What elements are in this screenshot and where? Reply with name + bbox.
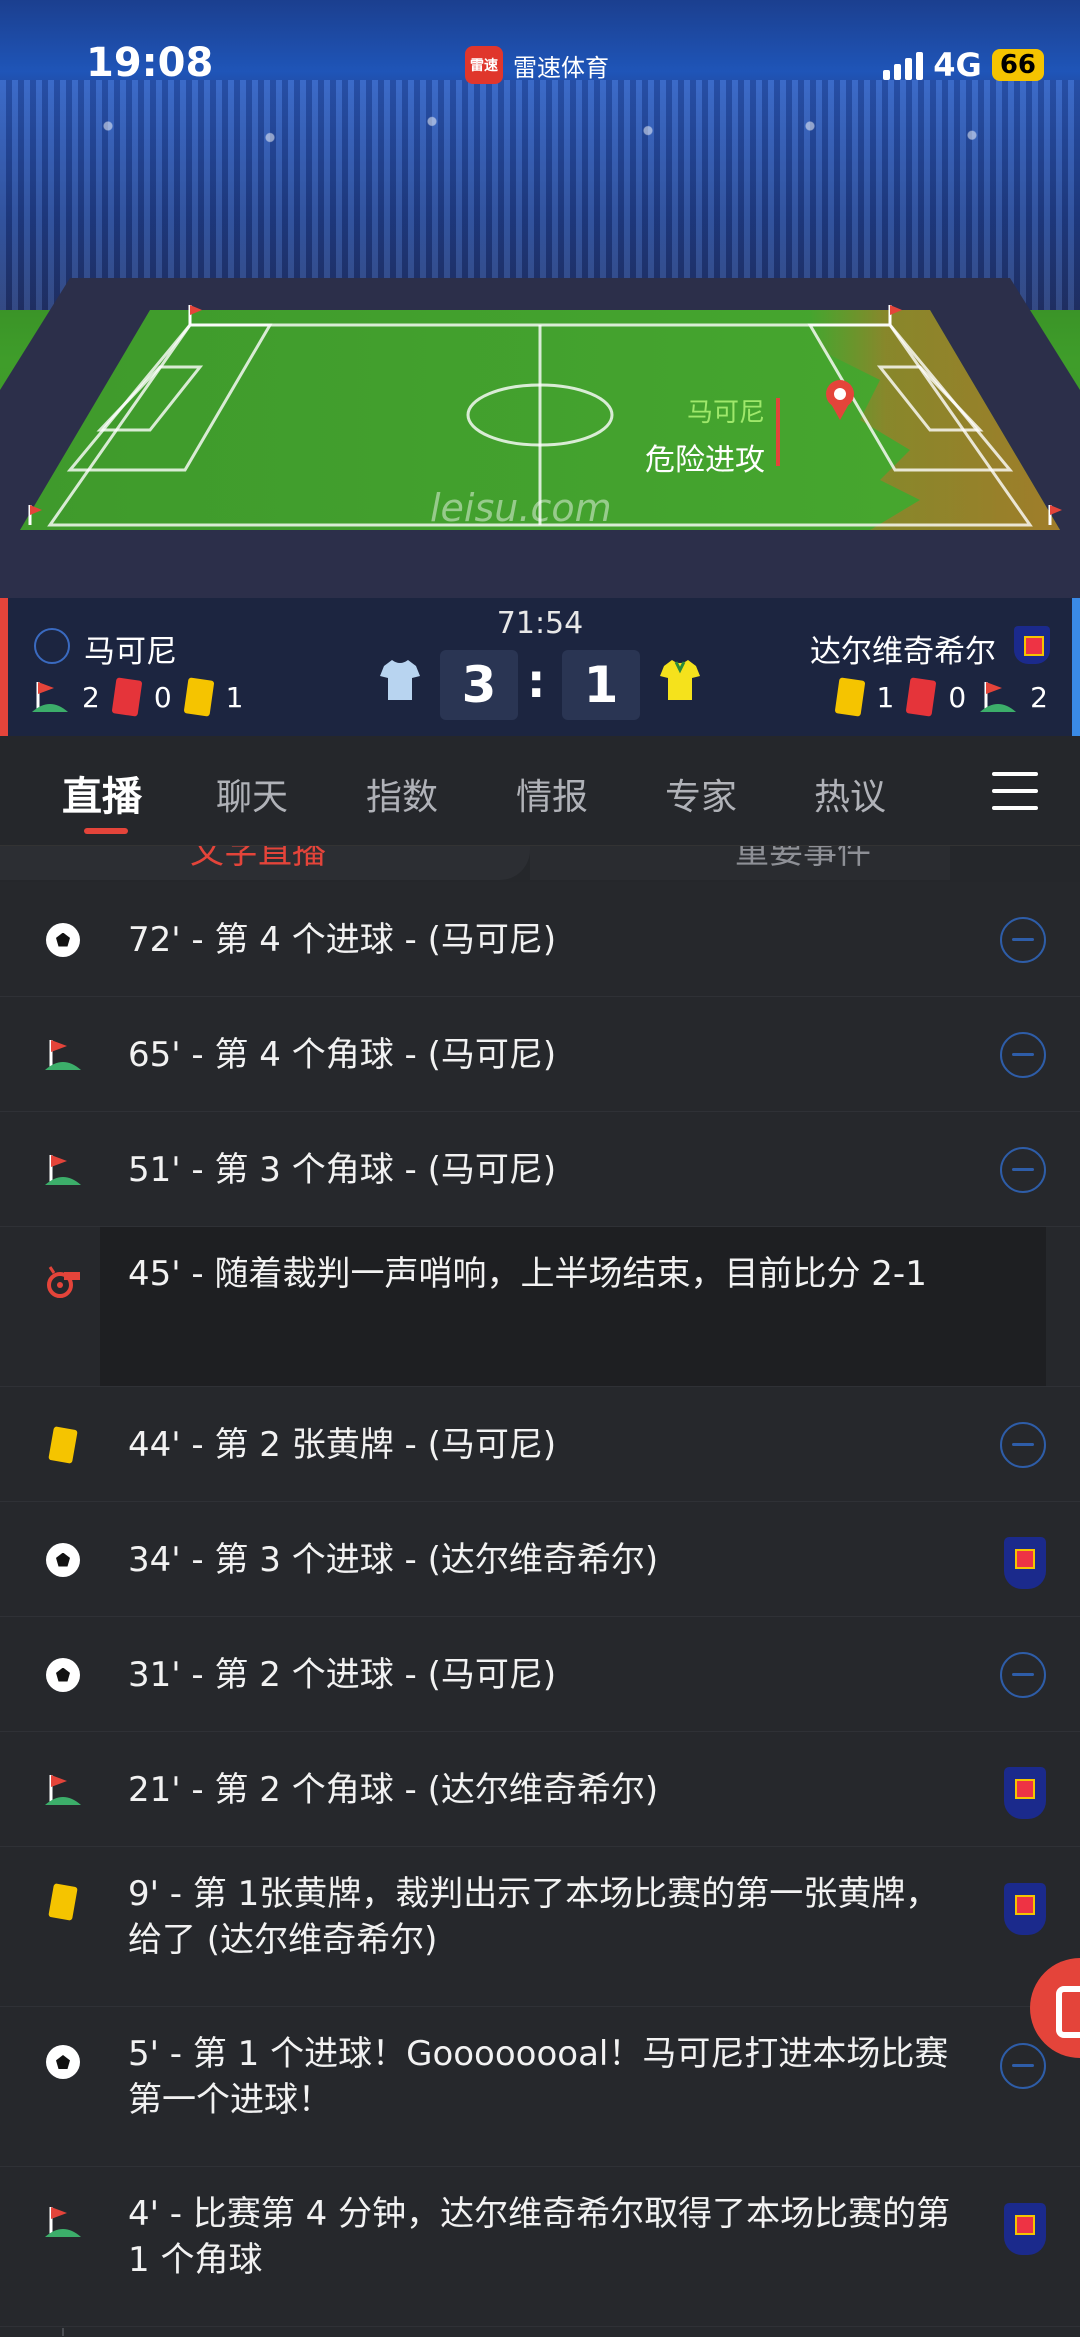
yellow-card-icon — [44, 1883, 82, 1921]
clock: 19:08 — [86, 40, 214, 86]
event-text: 45' - 随着裁判一声哨响，上半场结束，目前比分 2-1 — [128, 1254, 927, 1294]
corner-flag-icon — [44, 2203, 82, 2241]
event-row: 34' - 第 3 个进球 - (达尔维奇希尔) — [0, 1502, 1080, 1617]
home-corners: 2 — [82, 680, 100, 714]
attack-status: 危险进攻 — [645, 443, 765, 478]
home-crest-icon — [1000, 1421, 1046, 1468]
tab-chat[interactable]: 聊天 — [216, 768, 288, 820]
event-row: 44' - 第 2 张黄牌 - (马可尼) — [0, 1387, 1080, 1502]
tab-odds[interactable]: 指数 — [366, 768, 438, 820]
home-shirt-icon — [380, 660, 420, 700]
active-tab-indicator — [84, 828, 128, 834]
home-crest-icon — [1000, 1146, 1046, 1193]
soccer-ball-icon — [44, 1541, 82, 1579]
event-row: 9' - 第 1张黄牌，裁判出示了本场比赛的第一张黄牌，给了 (达尔维奇希尔) — [0, 1847, 1080, 2007]
home-stats: 2 0 1 — [32, 677, 244, 717]
away-red-cards: 0 — [948, 680, 967, 714]
soccer-ball-icon — [44, 2043, 82, 2081]
whistle-icon — [44, 1263, 82, 1301]
event-list: 72' - 第 4 个进球 - (马可尼) 65' - 第 4 个角球 - (马可… — [0, 882, 1080, 2337]
score-separator: : — [527, 654, 546, 708]
corner-flag-icon — [44, 1771, 82, 1809]
app-brand: 雷速 雷速体育 — [465, 46, 609, 84]
event-text: 51' - 第 3 个角球 - (马可尼) — [128, 1149, 557, 1190]
away-score: 1 — [562, 650, 640, 720]
event-text: 65' - 第 4 个角球 - (马可尼) — [128, 1034, 557, 1075]
away-crest-icon — [1004, 1536, 1046, 1589]
soccer-ball-icon — [44, 1656, 82, 1694]
red-card-icon — [905, 677, 937, 717]
tab-live[interactable]: 直播 — [62, 764, 142, 822]
tab-discussion[interactable]: 热议 — [814, 768, 886, 820]
event-text: 34' - 第 3 个进球 - (达尔维奇希尔) — [128, 1539, 659, 1580]
event-row: 65' - 第 4 个角球 - (马可尼) — [0, 997, 1080, 1112]
home-crest-icon — [1000, 1651, 1046, 1698]
away-yellow-cards: 1 — [876, 680, 895, 714]
event-text: 31' - 第 2 个进球 - (马可尼) — [128, 1654, 557, 1695]
yellow-card-icon — [183, 677, 215, 717]
event-text: 72' - 第 4 个进球 - (马可尼) — [128, 919, 557, 960]
event-text: 21' - 第 2 个角球 - (达尔维奇希尔) — [128, 1769, 659, 1810]
main-tabs: 直播 聊天 指数 情报 专家 热议 — [0, 736, 1080, 846]
live-field-panel: 19:08 雷速 雷速体育 4G 66 马可尼 危险进攻 leisu.com — [0, 0, 1080, 598]
tab-experts[interactable]: 专家 — [665, 768, 737, 820]
home-crest-icon — [1000, 1031, 1046, 1078]
event-text: 9' - 第 1张黄牌，裁判出示了本场比赛的第一张黄牌，给了 (达尔维奇希尔) — [128, 1874, 940, 1960]
away-stats: 1 0 2 — [834, 677, 1048, 717]
away-crest-icon — [1004, 1883, 1046, 1935]
app-logo-icon: 雷速 — [465, 46, 503, 84]
event-row: 72' - 第 4 个进球 - (马可尼) — [0, 882, 1080, 997]
soccer-ball-icon — [44, 921, 82, 959]
pitch-graphic — [0, 278, 1080, 598]
corner-flag-icon — [44, 1036, 82, 1074]
yellow-card-icon — [834, 677, 865, 717]
app-name: 雷速体育 — [513, 53, 609, 82]
home-crest-icon — [1000, 916, 1046, 963]
corner-flag-icon — [980, 682, 1017, 712]
home-red-cards: 0 — [153, 680, 172, 714]
away-crest-icon — [1004, 2203, 1046, 2255]
menu-icon[interactable] — [992, 772, 1038, 810]
signal-icon — [883, 50, 924, 80]
event-row: 51' - 第 3 个角球 - (马可尼) — [0, 1112, 1080, 1227]
tab-intel[interactable]: 情报 — [516, 768, 588, 820]
scoreboard: 马可尼 达尔维奇希尔 71:54 3 : 1 2 0 1 1 0 2 — [0, 598, 1080, 736]
home-crest-icon — [1000, 2043, 1046, 2089]
red-card-icon — [111, 677, 143, 717]
home-score: 3 — [440, 650, 518, 720]
subtab-key-events[interactable]: 重要事件 — [735, 846, 871, 873]
home-yellow-cards: 1 — [225, 680, 244, 714]
event-row: 5' - 第 1 个进球！Goooooooal！马可尼打进本场比赛第一个进球！ — [0, 2007, 1080, 2167]
match-clock: 71:54 — [496, 606, 584, 641]
event-row: 21' - 第 2 个角球 - (达尔维奇希尔) — [0, 1732, 1080, 1847]
event-text: 4' - 比赛第 4 分钟，达尔维奇希尔取得了本场比赛的第 1 个角球 — [128, 2194, 951, 2280]
watermark: leisu.com — [430, 486, 612, 530]
attack-label: 马可尼 危险进攻 — [630, 392, 765, 479]
away-shirt-icon — [660, 660, 700, 700]
status-bar: 19:08 雷速 雷速体育 4G 66 — [0, 0, 1080, 130]
yellow-card-icon — [44, 1425, 82, 1464]
away-corners: 2 — [1030, 680, 1048, 714]
attack-marker — [776, 398, 780, 466]
event-text: 5' - 第 1 个进球！Goooooooal！马可尼打进本场比赛第一个进球！ — [128, 2034, 949, 2120]
corner-flag-icon — [44, 1151, 82, 1189]
away-crest-icon — [1004, 1766, 1046, 1819]
event-text: 44' - 第 2 张黄牌 - (马可尼) — [128, 1424, 557, 1465]
sub-tabs: 文字直播 重要事件 — [0, 846, 1080, 882]
attack-team: 马可尼 — [686, 398, 765, 428]
battery-icon: 66 — [991, 49, 1044, 81]
event-row: 31' - 第 2 个进球 - (马可尼) — [0, 1617, 1080, 1732]
event-row: 4' - 比赛第 4 分钟，达尔维奇希尔取得了本场比赛的第 1 个角球 — [0, 2167, 1080, 2327]
network-type: 4G — [933, 46, 982, 84]
corner-flag-icon — [32, 682, 68, 712]
event-row: 45' - 随着裁判一声哨响，上半场结束，目前比分 2-1 — [0, 1227, 1080, 1387]
subtab-text-live[interactable]: 文字直播 — [190, 846, 326, 873]
